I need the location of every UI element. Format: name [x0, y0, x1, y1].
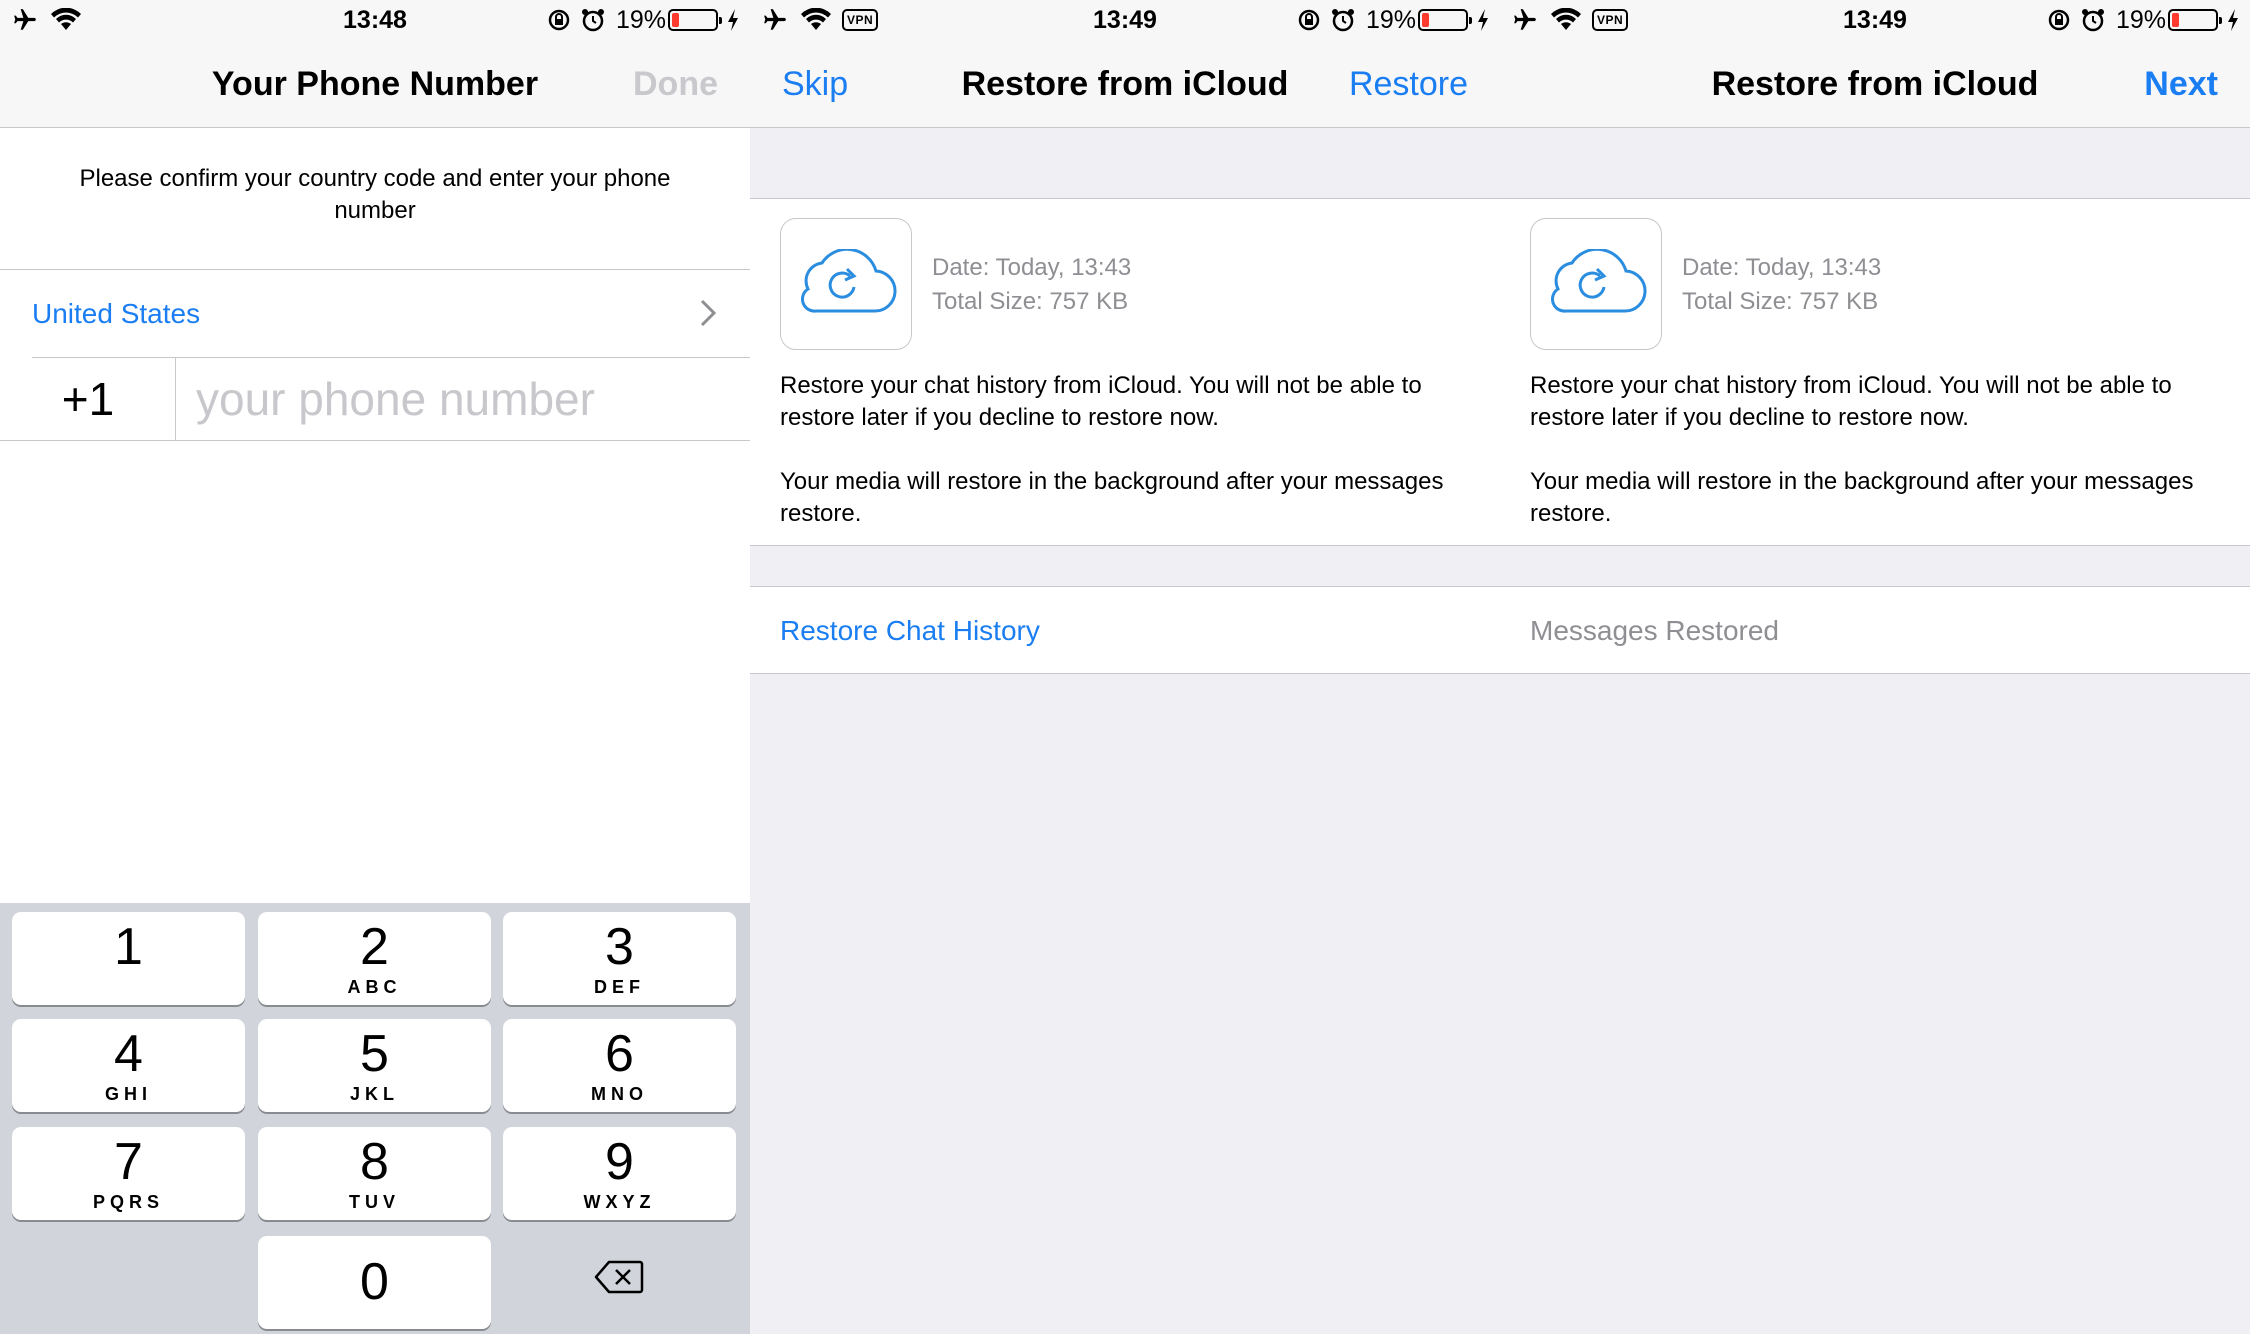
media-note: Your media will restore in the backgroun…	[780, 468, 1444, 527]
battery-icon	[2168, 9, 2222, 31]
restore-description: Restore your chat history from iCloud. Y…	[1530, 372, 2172, 431]
next-button[interactable]: Next	[2144, 40, 2218, 128]
backup-size: Total Size: 757 KB	[1682, 288, 1879, 315]
divider	[175, 358, 176, 440]
key-3[interactable]: 3 DEF	[503, 912, 736, 1005]
backup-date: Date: Today, 13:43	[932, 254, 1132, 281]
backup-size: Total Size: 757 KB	[932, 288, 1129, 315]
country-name: United States	[32, 298, 201, 329]
status-bar: VPN 13:49 19%	[750, 0, 1500, 40]
page-title: Restore from iCloud	[1711, 65, 2039, 103]
backup-info-card: Date: Today, 13:43 Total Size: 757 KB Re…	[1500, 198, 2250, 546]
restored-screen: VPN 13:49 19% Restore from iCloud Next D…	[1500, 0, 2250, 1334]
phone-number-screen: 13:48 19% Your Phone Number Done Please …	[0, 0, 750, 1334]
backspace-icon	[594, 1260, 644, 1299]
backup-info-card: Date: Today, 13:43 Total Size: 757 KB Re…	[750, 198, 1500, 546]
cloud-icon-box	[1530, 218, 1662, 350]
battery-percent: 19%	[616, 6, 667, 34]
key-4[interactable]: 4 GHI	[12, 1019, 245, 1112]
backspace-key[interactable]	[502, 1233, 735, 1326]
rotation-lock-icon	[2046, 4, 2072, 36]
charging-bolt-icon	[2226, 4, 2240, 36]
numeric-keypad: 1 2 ABC 3 DEF 4 GHI 5 JKL 6 MNO 7 PQRS 8 TUV 9W…	[0, 903, 750, 1334]
rotation-lock-icon	[546, 4, 572, 36]
instruction-text: Please confirm your country code and ent…	[79, 165, 671, 224]
country-code[interactable]: +1	[0, 358, 176, 440]
messages-restored-label: Messages Restored	[1530, 615, 1780, 646]
navigation-bar: Your Phone Number Done	[0, 40, 750, 128]
key-7[interactable]: 7 PQRS	[12, 1127, 245, 1220]
navigation-bar: Skip Restore from iCloud Restore	[750, 40, 1500, 128]
media-note: Your media will restore in the backgroun…	[1530, 468, 2194, 527]
alarm-icon	[2080, 4, 2106, 36]
battery-percent: 19%	[2116, 6, 2167, 34]
backup-meta: Date: Today, 13:43 Total Size: 757 KB	[932, 251, 1131, 319]
divider	[0, 440, 750, 441]
chevron-right-icon	[698, 298, 718, 328]
messages-restored-row: Messages Restored	[1500, 586, 2250, 674]
key-8[interactable]: 8 TUV	[258, 1127, 491, 1220]
cloud-restore-icon	[794, 247, 898, 320]
done-button[interactable]: Done	[633, 40, 718, 128]
alarm-icon	[1330, 4, 1356, 36]
restore-chat-history-label: Restore Chat History	[780, 615, 1040, 646]
charging-bolt-icon	[1476, 4, 1490, 36]
phone-number-input[interactable]	[196, 358, 716, 440]
rotation-lock-icon	[1296, 4, 1322, 36]
key-6[interactable]: 6 MNO	[503, 1019, 736, 1112]
cloud-icon-box	[780, 218, 912, 350]
key-5[interactable]: 5 JKL	[258, 1019, 491, 1112]
restore-screen: VPN 13:49 19% Skip Restore from iCloud R…	[750, 0, 1500, 1334]
restore-chat-history-button[interactable]: Restore Chat History	[750, 586, 1500, 674]
status-bar: VPN 13:49 19%	[1500, 0, 2250, 40]
key-2[interactable]: 2 ABC	[258, 912, 491, 1005]
cloud-restore-icon	[1544, 247, 1648, 320]
status-bar: 13:48 19%	[0, 0, 750, 40]
navigation-bar: Restore from iCloud Next	[1500, 40, 2250, 128]
charging-bolt-icon	[726, 4, 740, 36]
backup-meta: Date: Today, 13:43 Total Size: 757 KB	[1682, 251, 1881, 319]
key-1[interactable]: 1	[12, 912, 245, 1005]
restore-button[interactable]: Restore	[1349, 40, 1468, 128]
key-0[interactable]: 0	[258, 1236, 491, 1329]
alarm-icon	[580, 4, 606, 36]
battery-icon	[668, 9, 722, 31]
restore-description: Restore your chat history from iCloud. Y…	[780, 372, 1422, 431]
battery-percent: 19%	[1366, 6, 1417, 34]
battery-icon	[1418, 9, 1472, 31]
backup-date: Date: Today, 13:43	[1682, 254, 1882, 281]
key-9[interactable]: 9 WXYZ	[503, 1127, 736, 1220]
